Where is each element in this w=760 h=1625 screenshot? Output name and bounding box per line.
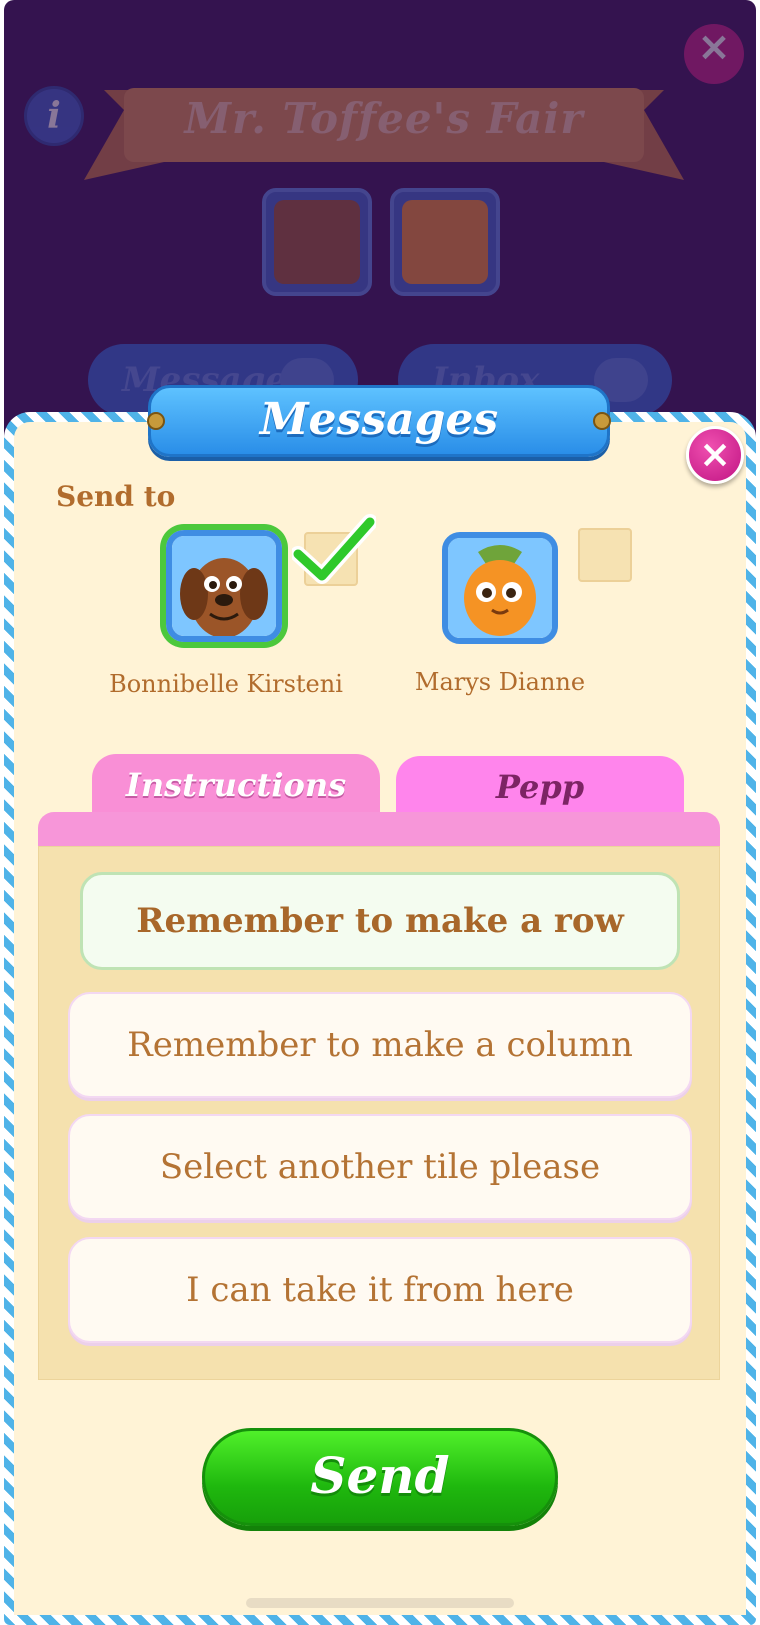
recipient-name-bonnibelle: Bonnibelle Kirsteni <box>109 670 343 698</box>
background-banner-title: Mr. Toffee's Fair <box>184 94 584 143</box>
background-close-icon: × <box>684 24 744 84</box>
send-button[interactable]: Send <box>202 1428 558 1526</box>
orange-carrot-avatar-icon <box>448 538 552 638</box>
recipient-name-marys: Marys Dianne <box>414 668 586 696</box>
tab-instructions[interactable]: Instructions <box>92 754 380 816</box>
checkmark-icon <box>292 514 376 584</box>
recipient-checkbox-marys[interactable] <box>578 528 632 582</box>
background-banner: Mr. Toffee's Fair <box>84 70 684 190</box>
background-avatar-carrot <box>390 188 500 296</box>
home-indicator[interactable] <box>246 1598 514 1608</box>
background-avatar-dog <box>262 188 372 296</box>
message-option[interactable]: I can take it from here <box>68 1237 692 1343</box>
message-option[interactable]: Remember to make a column <box>68 992 692 1098</box>
message-option[interactable]: Remember to make a row <box>80 872 680 970</box>
send-to-label: Send to <box>56 480 176 513</box>
close-icon[interactable]: × <box>686 426 744 484</box>
dialog-title: Messages <box>259 394 499 445</box>
info-icon: i <box>24 86 84 146</box>
message-option[interactable]: Select another tile please <box>68 1114 692 1220</box>
tab-pepp[interactable]: Pepp <box>396 756 684 818</box>
recipient-avatar-marys[interactable] <box>442 532 558 644</box>
tab-strip <box>38 812 720 846</box>
dialog-header: Messages <box>147 385 611 457</box>
recipient-avatar-bonnibelle[interactable] <box>166 530 282 642</box>
brown-dog-avatar-icon <box>172 536 276 636</box>
